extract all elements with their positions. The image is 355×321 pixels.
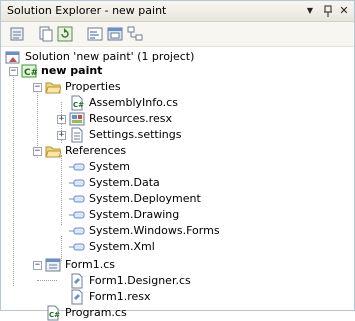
view-designer-icon[interactable] — [107, 26, 123, 42]
item-label: AssemblyInfo.cs — [89, 96, 178, 109]
tree-item-program[interactable]: C# Program.cs — [45, 305, 245, 321]
project-node[interactable]: C# new paint — [21, 63, 221, 79]
tree-item-reference[interactable]: System.Windows.Forms — [69, 223, 289, 239]
expand-settings-icon[interactable]: + — [57, 131, 66, 140]
tree-item-reference[interactable]: System — [69, 159, 269, 175]
tree-line — [37, 280, 57, 281]
window-position-dropdown-icon[interactable]: ▼ — [303, 3, 317, 19]
reference-icon — [69, 207, 85, 223]
properties-icon[interactable] — [9, 26, 25, 42]
settings-file-icon — [69, 127, 85, 143]
tree-item-resources[interactable]: Resources.resx — [69, 111, 269, 127]
resx-file-icon — [69, 111, 85, 127]
tree-line — [13, 70, 14, 286]
properties-folder-node[interactable]: Properties — [45, 79, 245, 95]
item-label: Program.cs — [65, 306, 127, 319]
svg-text:C#: C# — [73, 101, 84, 109]
show-all-files-icon[interactable] — [37, 26, 53, 42]
item-label: System.Deployment — [89, 192, 201, 205]
solution-icon — [5, 49, 21, 65]
item-label: System.Data — [89, 176, 160, 189]
tree-item-settings[interactable]: Settings.settings — [69, 127, 269, 143]
toolbar — [1, 22, 354, 47]
tree-item-reference[interactable]: System.Xml — [69, 239, 269, 255]
csharp-file-icon: C# — [45, 305, 61, 321]
collapse-project-icon[interactable]: − — [9, 67, 18, 76]
properties-label: Properties — [65, 80, 121, 93]
view-code-icon[interactable] — [87, 26, 103, 42]
auto-hide-pin-icon[interactable] — [321, 3, 335, 19]
reference-icon — [69, 175, 85, 191]
class-diagram-icon[interactable] — [127, 26, 143, 42]
reference-icon — [69, 223, 85, 239]
item-label: System.Drawing — [89, 208, 180, 221]
folder-open-icon — [45, 79, 61, 95]
reference-icon — [69, 159, 85, 175]
project-label: new paint — [41, 64, 103, 77]
form1-label: Form1.cs — [65, 258, 115, 271]
solution-tree: Solution 'new paint' (1 project) − C# ne… — [1, 47, 354, 321]
csharp-project-icon: C# — [21, 63, 37, 79]
reference-icon — [69, 191, 85, 207]
folder-open-icon — [45, 143, 61, 159]
panel-title: Solution Explorer - new paint — [7, 4, 167, 17]
item-label: Form1.Designer.cs — [89, 274, 191, 287]
tree-item-assemblyinfo[interactable]: C# AssemblyInfo.cs — [69, 95, 269, 111]
resx-file-icon — [69, 289, 85, 305]
collapse-properties-icon[interactable]: − — [33, 83, 42, 92]
svg-text:C#: C# — [24, 68, 37, 78]
solution-label: Solution 'new paint' (1 project) — [25, 50, 195, 63]
tree-item-reference[interactable]: System.Deployment — [69, 191, 269, 207]
csharp-file-icon — [69, 273, 85, 289]
form-icon — [45, 257, 61, 273]
item-label: Form1.resx — [89, 290, 151, 303]
solution-explorer-panel: Solution Explorer - new paint ▼ ✕ Soluti… — [0, 0, 355, 321]
collapse-references-icon[interactable]: − — [33, 147, 42, 156]
refresh-icon[interactable] — [57, 26, 73, 42]
item-label: System — [89, 160, 131, 173]
item-label: Resources.resx — [89, 112, 172, 125]
tree-item-form1-resx[interactable]: Form1.resx — [69, 289, 269, 305]
references-folder-node[interactable]: References — [45, 143, 245, 159]
tree-line — [61, 155, 62, 225]
csharp-file-icon: C# — [69, 95, 85, 111]
item-label: System.Windows.Forms — [89, 224, 220, 237]
form1-node[interactable]: Form1.cs — [45, 257, 245, 273]
item-label: System.Xml — [89, 240, 155, 253]
item-label: Settings.settings — [89, 128, 182, 141]
tree-item-form1-designer[interactable]: Form1.Designer.cs — [69, 273, 269, 289]
svg-text:C#: C# — [49, 311, 60, 319]
close-icon[interactable]: ✕ — [337, 3, 351, 19]
references-label: References — [65, 144, 127, 157]
tree-item-reference[interactable]: System.Data — [69, 175, 269, 191]
collapse-form1-icon[interactable]: − — [33, 261, 42, 270]
tree-item-reference[interactable]: System.Drawing — [69, 207, 269, 223]
title-bar[interactable]: Solution Explorer - new paint ▼ ✕ — [1, 1, 354, 22]
reference-icon — [69, 239, 85, 255]
expand-resources-icon[interactable]: + — [57, 115, 66, 124]
